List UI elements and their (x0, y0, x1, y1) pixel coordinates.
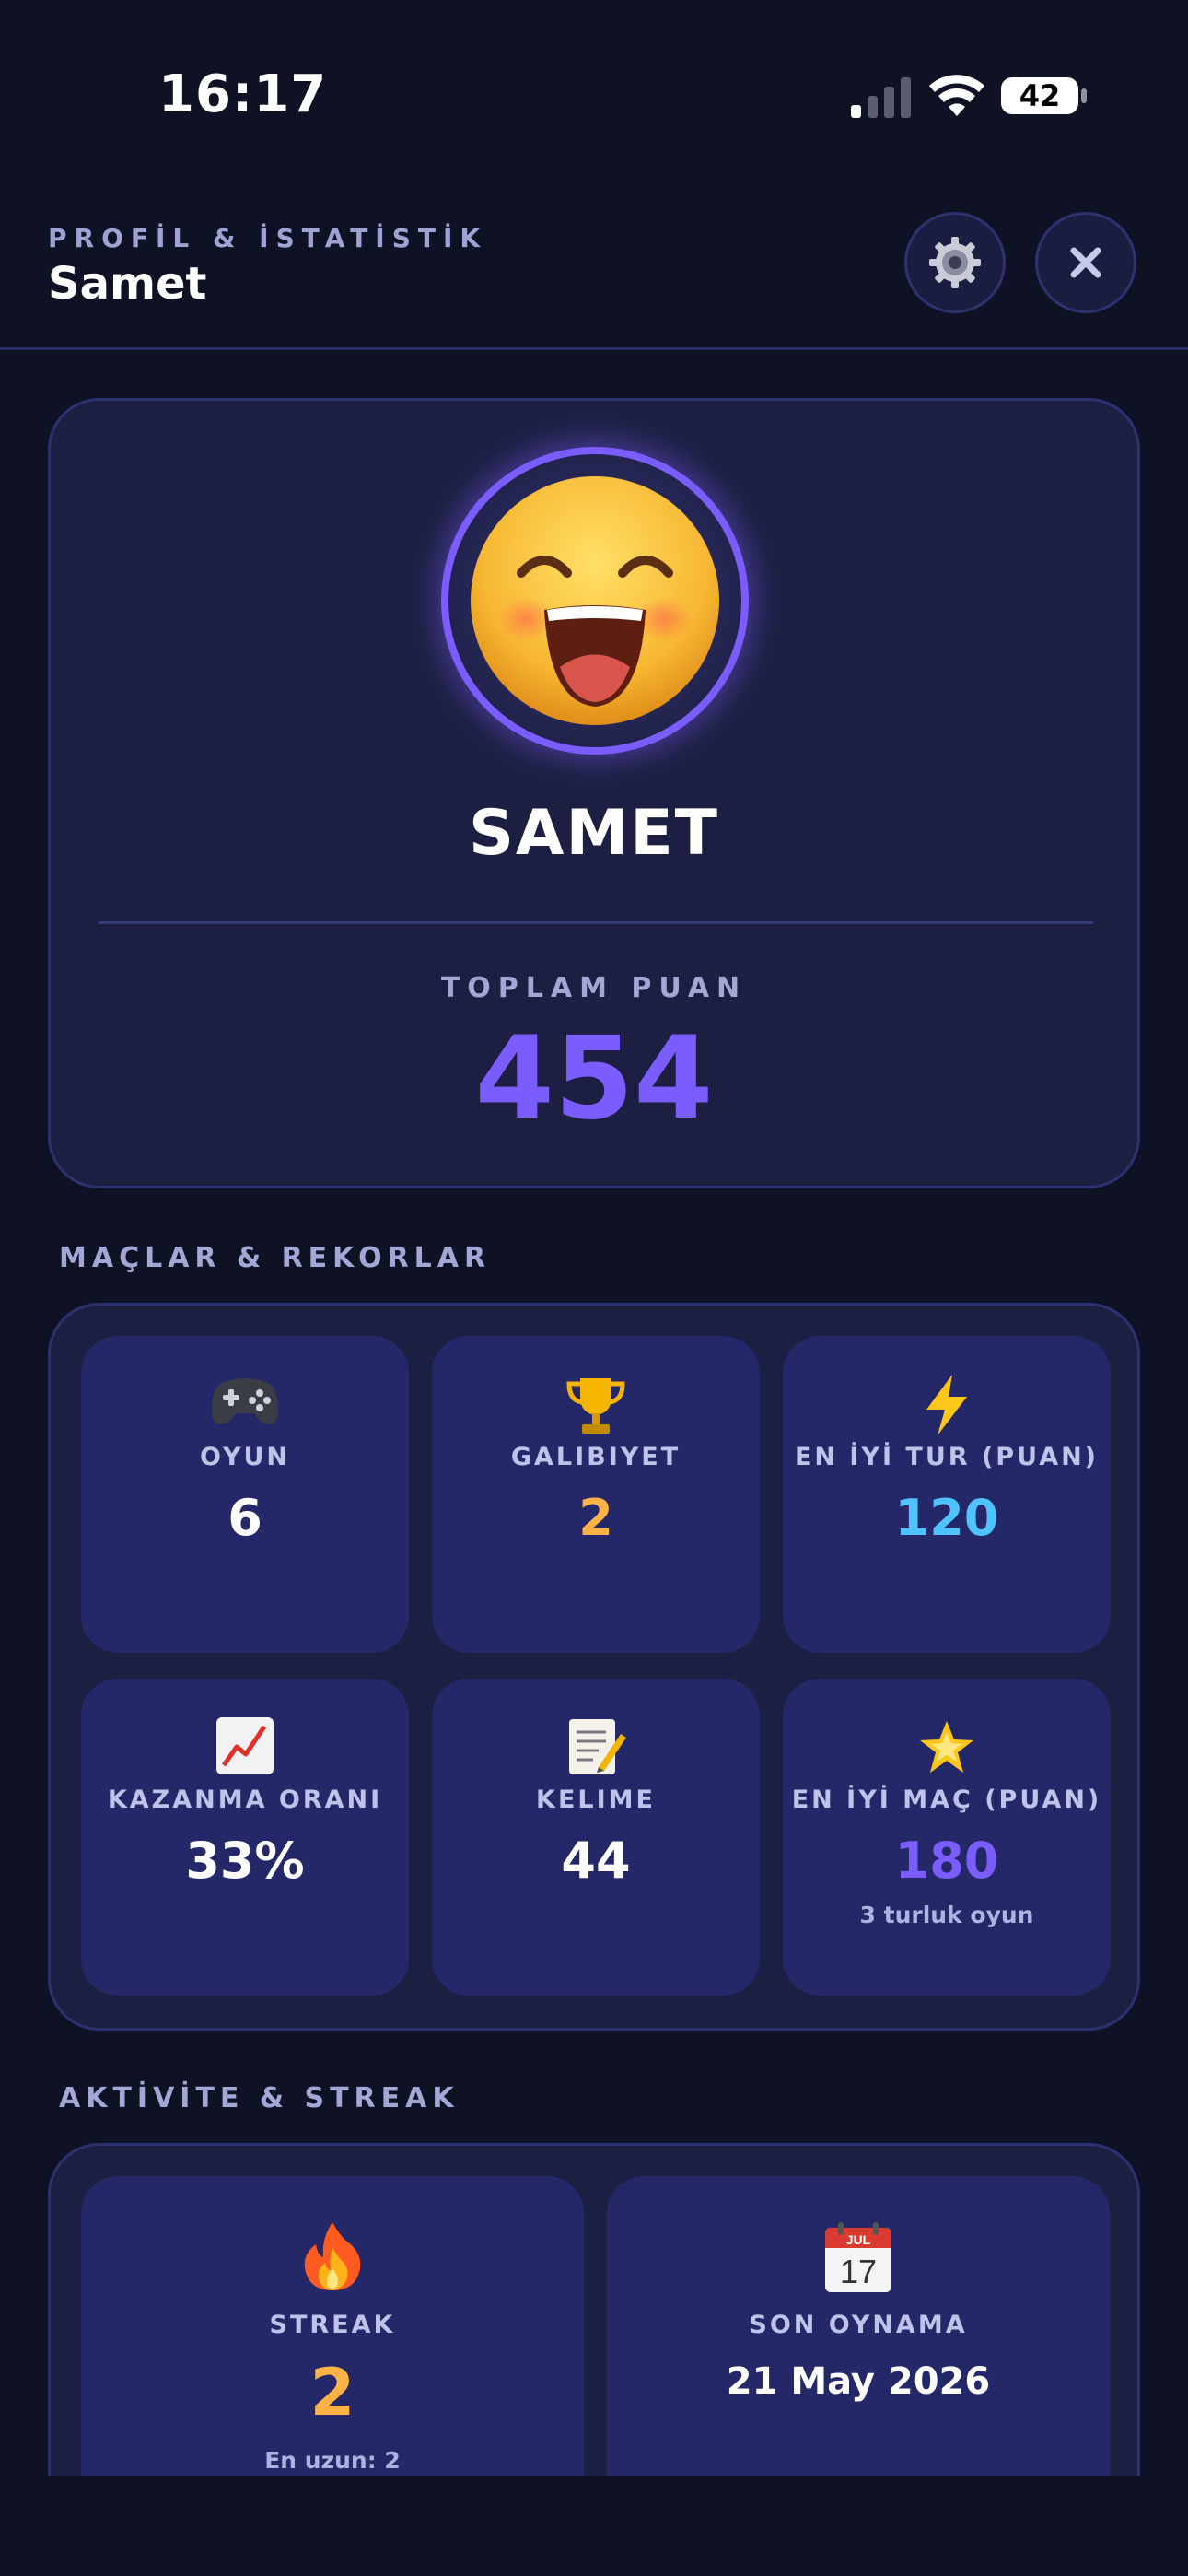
stat-value: 6 (227, 1489, 262, 1547)
total-score-label: TOPLAM PUAN (440, 972, 748, 1004)
header-kicker: PROFİL & İSTATİSTİK (48, 223, 488, 253)
stat-tile-best-match: EN İYİ MAÇ (PUAN) 180 3 turluk oyun (783, 1679, 1111, 1996)
stat-label: KELIME (536, 1786, 656, 1814)
stat-value: 120 (894, 1489, 999, 1547)
profile-card: SAMET TOPLAM PUAN 454 (48, 398, 1140, 1188)
battery-icon: 42 (1000, 74, 1089, 118)
stat-value: 2 (578, 1489, 613, 1547)
bottom-mask (0, 2476, 1188, 2576)
avatar[interactable] (441, 447, 749, 755)
glowing-star-icon (783, 1715, 1111, 1780)
header-title: Samet (48, 258, 207, 310)
grinning-face-avatar-icon (471, 476, 719, 725)
divider (99, 921, 1093, 924)
cellular-signal-icon (851, 77, 911, 118)
stat-value: 44 (561, 1832, 631, 1890)
status-time: 16:17 (158, 64, 328, 124)
stat-tile-games: OYUN 6 (81, 1336, 409, 1653)
stat-tile-best-round: EN İYİ TUR (PUAN) 120 (783, 1336, 1111, 1653)
stat-label: EN İYİ MAÇ (PUAN) (791, 1786, 1102, 1814)
activity-value: 2 (309, 2355, 355, 2430)
player-name: SAMET (468, 797, 720, 870)
activity-subtext: En uzun: 2 (264, 2447, 401, 2474)
stat-tile-words: KELIME 44 (432, 1679, 760, 1996)
trophy-icon (432, 1373, 760, 1437)
calendar-icon: JUL 17 (607, 2220, 1110, 2292)
stat-label: KAZANMA ORANI (107, 1786, 383, 1814)
stat-value: 33% (185, 1832, 305, 1890)
lightning-icon (783, 1373, 1111, 1437)
profile-header: PROFİL & İSTATİSTİK Samet (0, 193, 1188, 350)
chart-increasing-icon (81, 1715, 409, 1780)
calendar-month: JUL (846, 2232, 871, 2247)
memo-icon (432, 1715, 760, 1780)
fire-icon (81, 2220, 584, 2292)
stat-label: OYUN (199, 1443, 291, 1471)
section-title-activity: AKTİVİTE & STREAK (59, 2082, 460, 2114)
battery-level: 42 (1019, 78, 1061, 113)
stat-tile-wins: GALIBIYET 2 (432, 1336, 760, 1653)
stat-tile-win-rate: KAZANMA ORANI 33% (81, 1679, 409, 1996)
matches-panel: OYUN 6 GALIBIYET 2 EN İYİ TUR (PUAN) 120 (48, 1303, 1140, 2031)
activity-label: SON OYNAMA (749, 2311, 968, 2339)
gear-icon (929, 237, 981, 288)
calendar-day: 17 (840, 2253, 877, 2290)
close-button[interactable] (1035, 212, 1136, 313)
wifi-icon (929, 75, 984, 116)
settings-button[interactable] (904, 212, 1006, 313)
status-bar: 16:17 42 (0, 0, 1188, 193)
stat-label: GALIBIYET (510, 1443, 681, 1471)
game-controller-icon (81, 1373, 409, 1437)
stat-label: EN İYİ TUR (PUAN) (794, 1443, 1100, 1471)
total-score-value: 454 (474, 1013, 714, 1145)
activity-label: STREAK (269, 2311, 396, 2339)
section-title-matches: MAÇLAR & REKORLAR (59, 1242, 492, 1274)
close-icon (1070, 247, 1101, 278)
activity-value: 21 May 2026 (726, 2360, 991, 2403)
stat-value: 180 (894, 1832, 999, 1890)
stat-subtext: 3 turluk oyun (859, 1902, 1034, 1928)
